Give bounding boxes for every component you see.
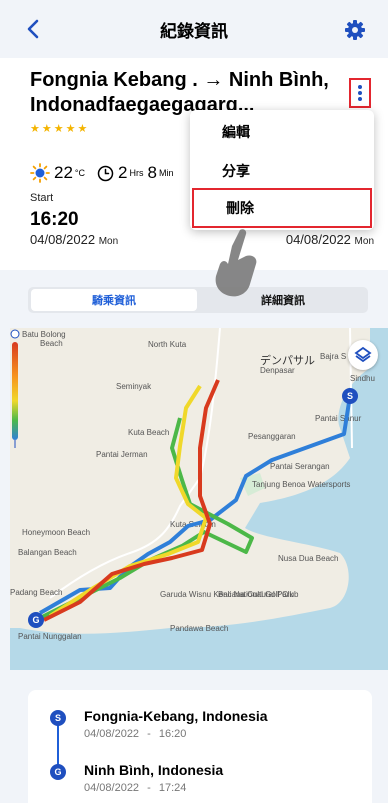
rating-stars: ★★★★★ [30,123,90,135]
route-map[interactable]: Batu Bolong Beach North Kuta デンパサル Denpa… [10,328,388,670]
duration-hours: 2 [118,163,128,182]
menu-item-edit[interactable]: 編輯 [190,112,374,152]
top-bar: 紀錄資訊 [0,0,388,58]
layers-button[interactable] [348,340,378,370]
minutes-unit: Min [158,168,174,178]
route-lines [39,379,352,622]
route-line-green [39,417,254,620]
end-date-value: 04/08/2022 [285,232,351,247]
end-date: 04/08/2022 Mon [286,232,374,247]
options-menu: 編輯 分享 刪除 [190,110,374,230]
gear-icon[interactable] [344,19,366,41]
temperature-value: 22 [54,163,73,182]
layers-icon [354,346,372,363]
page-title: 紀錄資訊 [160,21,228,41]
tap-hand-icon [215,229,257,297]
start-label: Start [30,192,54,204]
route-end-datetime: 04/08/2022 - 17:24 [84,782,186,794]
route-start-separator: - [147,728,151,740]
chevron-left-icon[interactable] [22,17,46,41]
more-vertical-icon [358,85,362,101]
map-goal-marker[interactable]: G [28,612,44,628]
route-start-date: 04/08/2022 [84,728,140,740]
speed-scale-legend [10,329,20,448]
route-end-time: 17:24 [158,782,187,794]
temperature-unit: °C [74,168,86,178]
map-start-marker[interactable]: S [342,388,358,404]
menu-item-share[interactable]: 分享 [190,151,374,191]
start-date-weekday: Mon [98,236,119,247]
end-date-weekday: Mon [354,236,374,247]
route-line-red [43,379,220,622]
route-start-datetime: 04/08/2022 - 16:20 [84,728,186,740]
route-start-badge: S [50,710,66,726]
start-date: 04/08/2022 Mon [30,232,118,247]
trip-stats: 22 °C 2 Hrs 8 Min [30,163,177,183]
route-end-date: 04/08/2022 [84,782,140,794]
duration-minutes: 8 [147,163,157,182]
route-end-name: Ninh Bình, Indonesia [84,762,224,778]
start-time: 16:20 [30,209,79,230]
tab-ride-info[interactable]: 騎乘資訊 [31,289,197,311]
tab-bar: 騎乘資訊 詳細資訊 [28,287,368,313]
route-summary-card: S Fongnia-Kebang, Indonesia 04/08/2022 -… [28,690,372,803]
start-date-value: 04/08/2022 [30,232,96,247]
route-end-badge: G [50,764,66,780]
more-options-button[interactable] [349,78,371,108]
route-line-yellow [48,384,208,618]
clock-icon [97,165,114,181]
route-end-separator: - [147,782,151,794]
hours-unit: Hrs [129,168,144,178]
sun-icon [30,163,50,183]
route-start-time: 16:20 [158,728,187,740]
menu-item-delete[interactable]: 刪除 [192,188,372,228]
route-start-name: Fongnia-Kebang, Indonesia [84,708,268,724]
